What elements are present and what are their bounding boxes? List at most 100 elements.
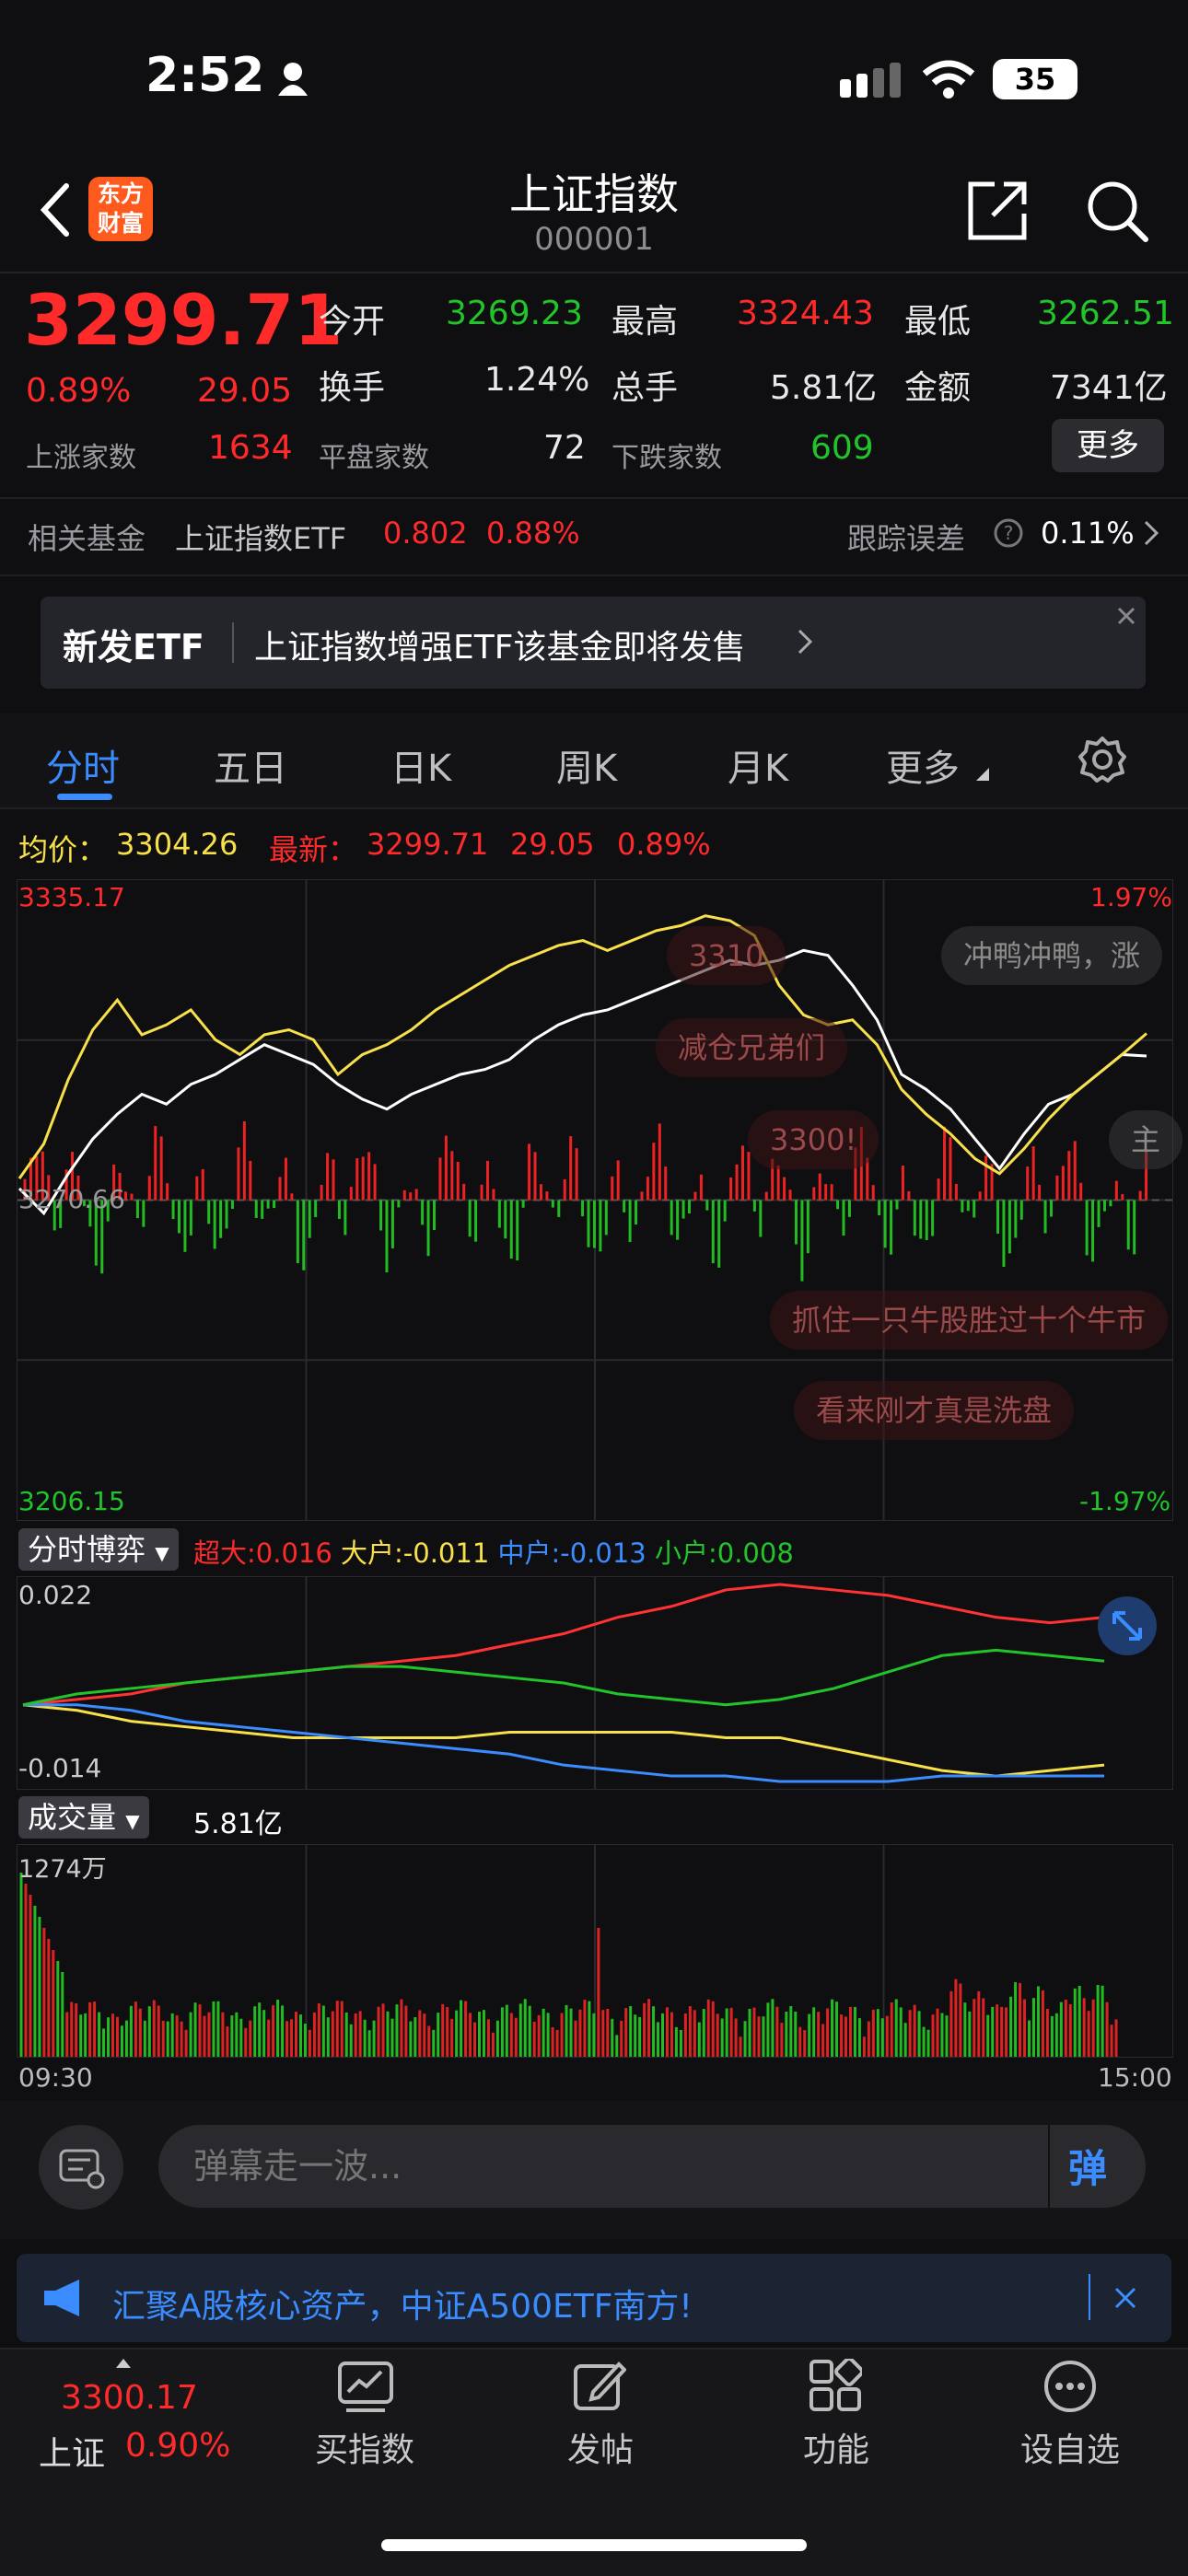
danmu-item[interactable]: 3310 (667, 926, 786, 985)
ad-close-icon[interactable] (1112, 2285, 1138, 2311)
legend-big: 大户:-0.011 (341, 1537, 490, 1569)
down-count: 609 (810, 429, 874, 467)
game-dropdown-label: 分时博弈 (28, 1532, 146, 1567)
more-button[interactable]: 更多 (1052, 419, 1164, 472)
turnover-value: 1.24% (484, 361, 590, 399)
amount-value: 7341亿 (1050, 369, 1168, 407)
fund-pct: 0.88% (486, 516, 580, 551)
bottom-index-pct[interactable]: 0.90% (125, 2427, 230, 2465)
expand-button[interactable] (1098, 1596, 1157, 1655)
bottom-index-name[interactable]: 上证 (39, 2427, 105, 2475)
dropdown-arrow-icon: ▼ (125, 1810, 140, 1832)
danmu-settings-button[interactable] (39, 2125, 123, 2210)
game-line-小户 (22, 1648, 1105, 1707)
nav-watchlist[interactable]: 设自选 (987, 2423, 1153, 2471)
more-dots-icon[interactable] (1042, 2359, 1098, 2414)
up-count-label: 上涨家数 (26, 442, 136, 474)
volume-chart[interactable] (17, 1844, 1173, 2058)
nav-post[interactable]: 发帖 (518, 2423, 683, 2471)
grid-icon[interactable] (809, 2359, 862, 2412)
expand-icon (1112, 1611, 1142, 1641)
help-icon[interactable]: ? (993, 517, 1024, 549)
chevron-right-icon (1144, 520, 1159, 546)
banner-chevron-icon (798, 629, 813, 655)
chart-icon[interactable] (337, 2361, 394, 2412)
latest-change: 29.05 (510, 827, 595, 862)
game-chart[interactable] (17, 1576, 1173, 1790)
settings-icon[interactable] (1077, 735, 1127, 784)
change-value: 29.05 (197, 372, 293, 410)
volume-chart-svg (19, 1845, 1118, 2057)
fund-name[interactable]: 上证指数ETF (175, 516, 346, 558)
close-icon[interactable] (1112, 602, 1140, 630)
volume-label: 总手 (611, 369, 679, 407)
edit-icon[interactable] (573, 2359, 626, 2412)
latest-value: 3299.71 (367, 827, 489, 862)
flat-count-label: 平盘家数 (319, 442, 429, 474)
game-y-bottom: -0.014 (18, 1753, 102, 1783)
bottom-index-price[interactable]: 3300.17 (61, 2379, 198, 2417)
amount-label: 金额 (904, 369, 972, 407)
danmu-item[interactable]: 主 (1109, 1110, 1183, 1169)
banner-tag: 新发ETF (63, 627, 204, 667)
volume-dropdown-label: 成交量 (28, 1800, 117, 1835)
game-legend: 超大:0.016 大户:-0.011 中户:-0.013 小户:0.008 (193, 1532, 794, 1571)
pct-top-label: 1.97% (1090, 882, 1172, 912)
tab-weekly-k[interactable]: 周K (556, 738, 617, 792)
avg-label: 均价： (18, 832, 108, 867)
game-line-超大 (22, 1583, 1105, 1707)
ad-divider (1089, 2274, 1090, 2320)
game-dropdown[interactable]: 分时博弈 ▼ (18, 1528, 179, 1571)
dropdown-arrow-icon: ▼ (155, 1542, 169, 1564)
danmu-send-button[interactable]: 弹 (1068, 2138, 1107, 2194)
series-line-price (17, 948, 1147, 1216)
fund-price: 0.802 (383, 516, 468, 551)
tab-more[interactable]: 更多 (886, 738, 960, 792)
signal-icon (840, 63, 901, 98)
down-count-label: 下跌家数 (611, 442, 722, 474)
y-top-label: 3335.17 (18, 882, 125, 912)
danmu-item[interactable]: 减仓兄弟们 (656, 1018, 848, 1077)
megaphone-icon (44, 2280, 79, 2316)
tab-monthly-k[interactable]: 月K (728, 738, 788, 792)
ad-text: 汇聚A股核心资产，中证A500ETF南方! (112, 2288, 693, 2326)
nav-buy-index[interactable]: 买指数 (282, 2423, 448, 2471)
legend-small: 小户:0.008 (654, 1537, 794, 1569)
danmu-item[interactable]: 冲鸭冲鸭，涨 (941, 926, 1163, 985)
y-mid-label: 3270.66 (18, 1184, 125, 1214)
latest-label: 最新： (269, 832, 358, 867)
danmu-item[interactable]: 3300! (748, 1110, 879, 1169)
danmu-settings-icon (59, 2149, 105, 2189)
game-y-top: 0.022 (18, 1580, 93, 1610)
volume-dropdown[interactable]: 成交量 ▼ (18, 1796, 149, 1839)
high-value: 3324.43 (737, 295, 874, 332)
share-icon[interactable] (967, 180, 1028, 241)
search-icon[interactable] (1085, 179, 1149, 243)
legend-super: 超大:0.016 (193, 1537, 332, 1569)
home-indicator (381, 2539, 807, 2551)
danmu-item[interactable]: 抓住一只牛股胜过十个牛市 (770, 1291, 1169, 1350)
wifi-icon (922, 60, 975, 99)
caret-up-icon (116, 2359, 131, 2368)
volume-value: 5.81亿 (770, 369, 878, 407)
status-time: 2:52 (146, 48, 265, 103)
banner-divider (232, 622, 234, 663)
danmu-item[interactable]: 看来刚才真是洗盘 (794, 1381, 1075, 1440)
tab-daily-k[interactable]: 日K (390, 738, 451, 792)
input-divider (1048, 2125, 1050, 2208)
track-error-label: 跟踪误差 (847, 521, 966, 556)
latest-pct: 0.89% (617, 827, 711, 862)
nav-functions[interactable]: 功能 (753, 2423, 919, 2471)
open-value: 3269.23 (446, 295, 583, 332)
track-error-value: 0.11% (1041, 516, 1135, 551)
tab-five-day[interactable]: 五日 (214, 738, 287, 792)
change-pct: 0.89% (26, 372, 132, 410)
comment-input[interactable] (158, 2125, 1146, 2208)
svg-text:?: ? (1004, 522, 1014, 544)
low-label: 最低 (904, 303, 972, 341)
flat-count: 72 (543, 429, 586, 467)
active-tab-indicator (57, 794, 112, 800)
pct-bottom-label: -1.97% (1079, 1486, 1171, 1516)
banner-text: 上证指数增强ETF该基金即将发售 (254, 629, 746, 667)
tab-intraday[interactable]: 分时 (46, 738, 120, 792)
